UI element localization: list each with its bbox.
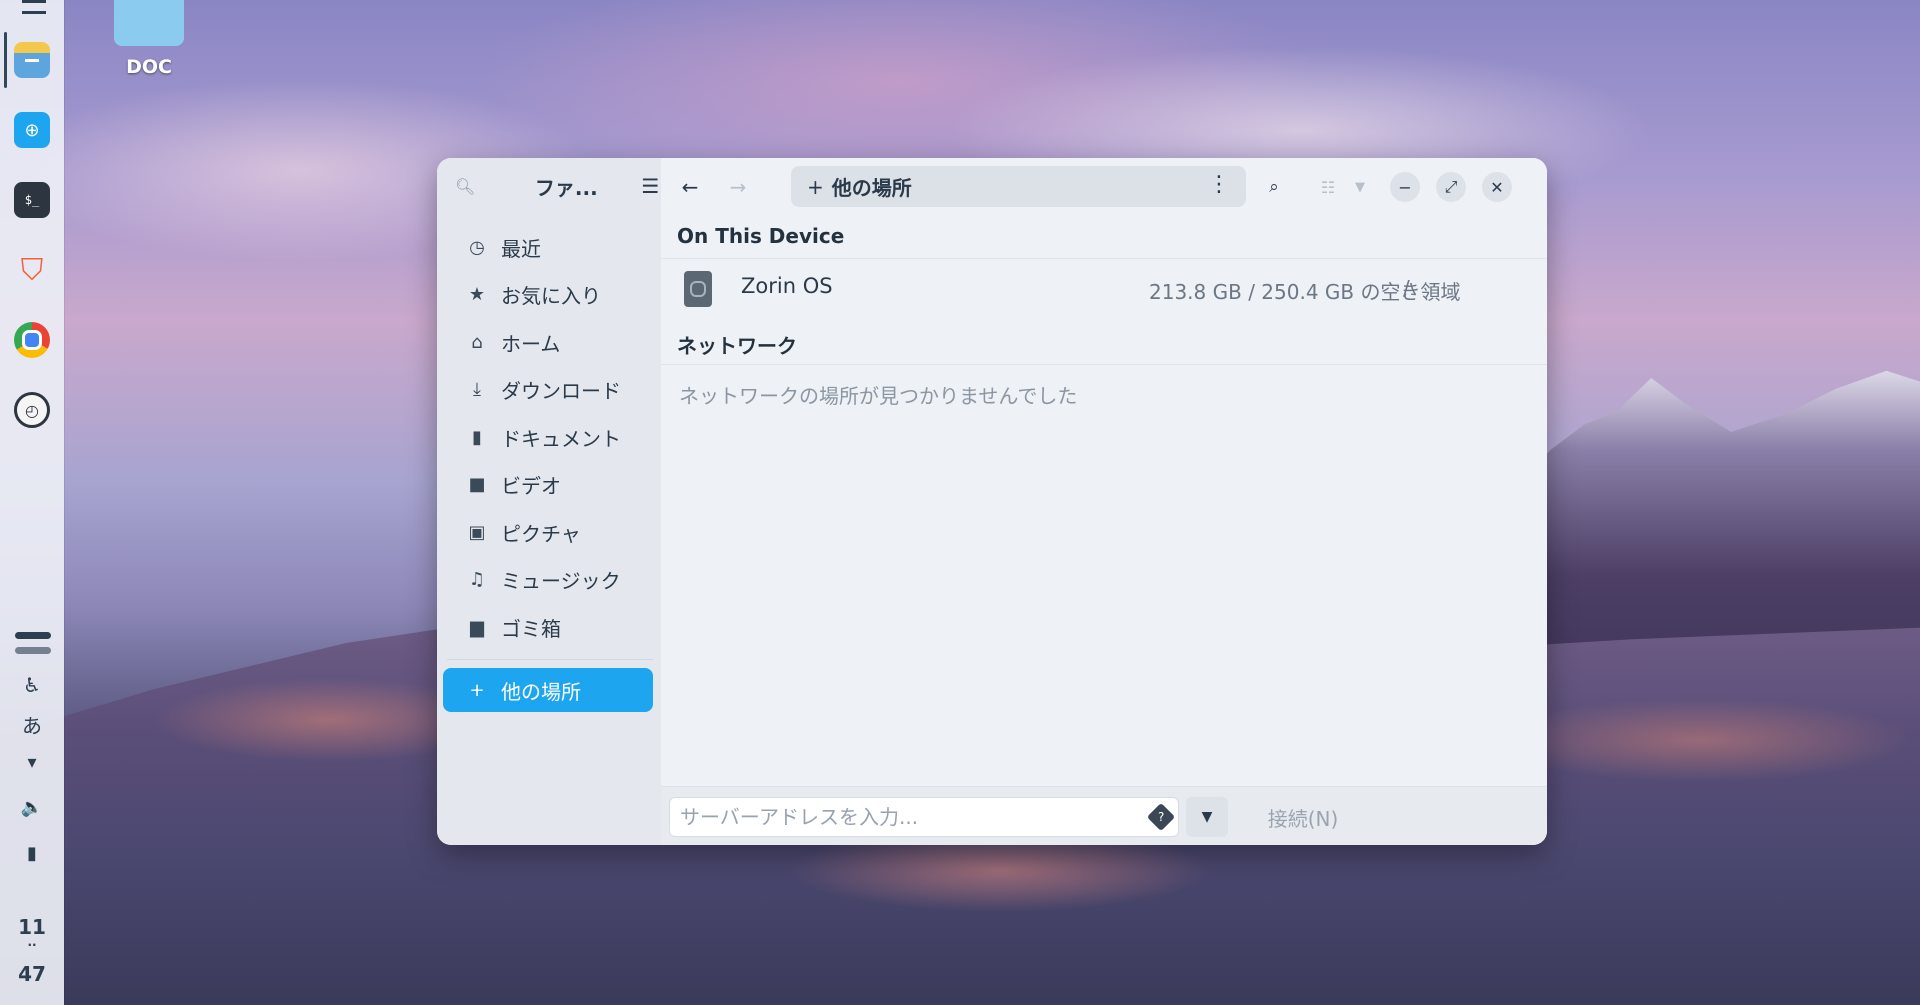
minimize-icon: − — [1398, 177, 1412, 197]
server-address-input[interactable] — [669, 797, 1179, 837]
clock-icon: ◷ — [469, 236, 485, 258]
volume-icon[interactable]: 🔈 — [0, 797, 64, 818]
arrow-right-icon: → — [729, 175, 747, 199]
home-icon: ⌂ — [471, 331, 483, 353]
connect-bar: ? ▼ 接続(N) — [661, 786, 1547, 845]
input-method-indicator[interactable]: あ — [0, 710, 64, 739]
device-mount-point: / — [1403, 276, 1410, 300]
close-button[interactable]: ✕ — [1482, 172, 1512, 202]
file-manager-window: 🔍︎ ファ... ☰ ◷ 最近 ★ お気に入り ⌂ ホーム ⤓ ダウンロード ▮… — [437, 158, 1547, 845]
workspace-indicator-icon[interactable] — [15, 632, 51, 639]
sidebar-item-label: ダウンロード — [501, 378, 621, 403]
clock-app-icon[interactable]: ◴ — [14, 392, 50, 428]
terminal-app-icon[interactable]: $_ — [14, 182, 50, 218]
device-free-space: 213.8 GB / 250.4 GB の空き領域 — [1149, 280, 1461, 304]
minimize-button[interactable]: − — [1390, 172, 1420, 202]
star-icon: ★ — [468, 283, 486, 305]
sidebar-item-label: ホーム — [501, 331, 561, 356]
picture-icon: ▣ — [468, 521, 486, 543]
clock-hour[interactable]: 11 — [0, 915, 64, 939]
section-divider — [661, 364, 1547, 365]
sidebar-item-label: ゴミ箱 — [501, 616, 561, 641]
view-list-button[interactable]: ☷ — [1311, 170, 1345, 204]
sidebar-item-favorites[interactable]: ★ お気に入り — [443, 272, 653, 316]
sidebar-item-label: お気に入り — [501, 283, 601, 308]
search-icon[interactable]: 🔍︎ — [455, 177, 475, 196]
section-title-network: ネットワーク — [677, 334, 797, 358]
clock-minute[interactable]: 47 — [0, 962, 64, 986]
sidebar-item-documents[interactable]: ▮ ドキュメント — [443, 415, 653, 459]
store-app-icon[interactable]: ⊕ — [14, 112, 50, 148]
hamburger-menu-icon[interactable]: ☰ — [641, 174, 659, 198]
maximize-button[interactable]: ⤢ — [1436, 172, 1466, 202]
music-icon: ♫ — [468, 568, 486, 590]
sidebar-item-music[interactable]: ♫ ミュージック — [443, 557, 653, 601]
plus-icon: + — [807, 174, 824, 199]
chrome-app-icon[interactable] — [14, 322, 50, 358]
sidebar-item-label: 他の場所 — [501, 679, 581, 704]
download-icon: ⤓ — [473, 378, 481, 400]
files-app-icon[interactable] — [14, 42, 50, 78]
sidebar-title: ファ... — [534, 175, 598, 200]
path-label: 他の場所 — [831, 176, 912, 200]
accessibility-icon[interactable]: ♿ — [0, 673, 64, 697]
sidebar: 🔍︎ ファ... ☰ ◷ 最近 ★ お気に入り ⌂ ホーム ⤓ ダウンロード ▮… — [437, 158, 661, 845]
maximize-icon: ⤢ — [1444, 177, 1458, 196]
sidebar-item-home[interactable]: ⌂ ホーム — [443, 320, 653, 364]
connect-button[interactable]: 接続(N) — [1253, 797, 1353, 837]
close-icon: ✕ — [1490, 177, 1504, 197]
forward-button[interactable]: → — [721, 170, 755, 204]
wifi-icon[interactable]: ▾ — [0, 752, 64, 773]
main-content: ← → + 他の場所 ⋮ ⌕ ☷ ▼ − ⤢ ✕ On This Device … — [661, 158, 1547, 845]
sidebar-item-videos[interactable]: ■ ビデオ — [443, 462, 653, 506]
sidebar-item-other-locations[interactable]: + 他の場所 — [443, 668, 653, 712]
sidebar-item-label: ドキュメント — [501, 426, 621, 451]
sidebar-item-label: 最近 — [501, 236, 541, 261]
dock: ⊕ $_ ⛉ ◴ ♿ あ ▾ 🔈 ▮ 11 ·· 47 — [0, 0, 64, 1005]
network-empty-message: ネットワークの場所が見つかりませんでした — [679, 384, 1078, 408]
video-icon: ■ — [468, 473, 486, 495]
search-location-button[interactable]: ⌕ — [1257, 170, 1291, 204]
section-divider — [661, 258, 1547, 259]
toolbar: ← → + 他の場所 ⋮ ⌕ ☷ ▼ − ⤢ ✕ — [661, 158, 1547, 214]
battery-icon[interactable]: ▮ — [0, 843, 64, 864]
sidebar-item-trash[interactable]: ▆ ゴミ箱 — [443, 605, 653, 649]
doc-folder-icon[interactable] — [114, 0, 184, 46]
sidebar-item-recent[interactable]: ◷ 最近 — [443, 225, 653, 269]
sidebar-item-downloads[interactable]: ⤓ ダウンロード — [443, 367, 653, 411]
workspace-indicator-icon[interactable] — [15, 647, 51, 654]
sidebar-item-label: ミュージック — [501, 568, 621, 593]
trash-icon: ▆ — [470, 616, 484, 638]
arrow-left-icon: ← — [681, 175, 699, 199]
brave-app-icon[interactable]: ⛉ — [14, 252, 50, 288]
chevron-down-icon: ▼ — [1201, 809, 1213, 825]
drive-icon — [684, 271, 712, 307]
more-options-icon[interactable]: ⋮ — [1208, 172, 1230, 197]
menu-icon[interactable] — [22, 0, 46, 14]
clock-separator: ·· — [27, 938, 37, 952]
path-bar[interactable]: + 他の場所 ⋮ — [791, 166, 1246, 207]
sidebar-separator — [447, 659, 653, 660]
list-view-icon: ☷ — [1320, 177, 1336, 197]
view-options-button[interactable]: ▼ — [1343, 170, 1377, 204]
plus-icon: + — [469, 679, 485, 701]
sidebar-item-label: ピクチャ — [501, 521, 581, 546]
chevron-down-icon: ▼ — [1355, 179, 1365, 195]
document-icon: ▮ — [472, 426, 482, 448]
desktop-icon-label: DOC — [126, 56, 172, 78]
back-button[interactable]: ← — [673, 170, 707, 204]
active-indicator — [4, 32, 7, 88]
sidebar-item-label: ビデオ — [501, 473, 561, 498]
sidebar-item-pictures[interactable]: ▣ ピクチャ — [443, 510, 653, 554]
device-name[interactable]: Zorin OS — [741, 274, 833, 298]
section-title-on-this-device: On This Device — [677, 224, 845, 248]
recent-servers-dropdown[interactable]: ▼ — [1186, 797, 1228, 837]
folder-search-icon: ⌕ — [1269, 177, 1279, 197]
